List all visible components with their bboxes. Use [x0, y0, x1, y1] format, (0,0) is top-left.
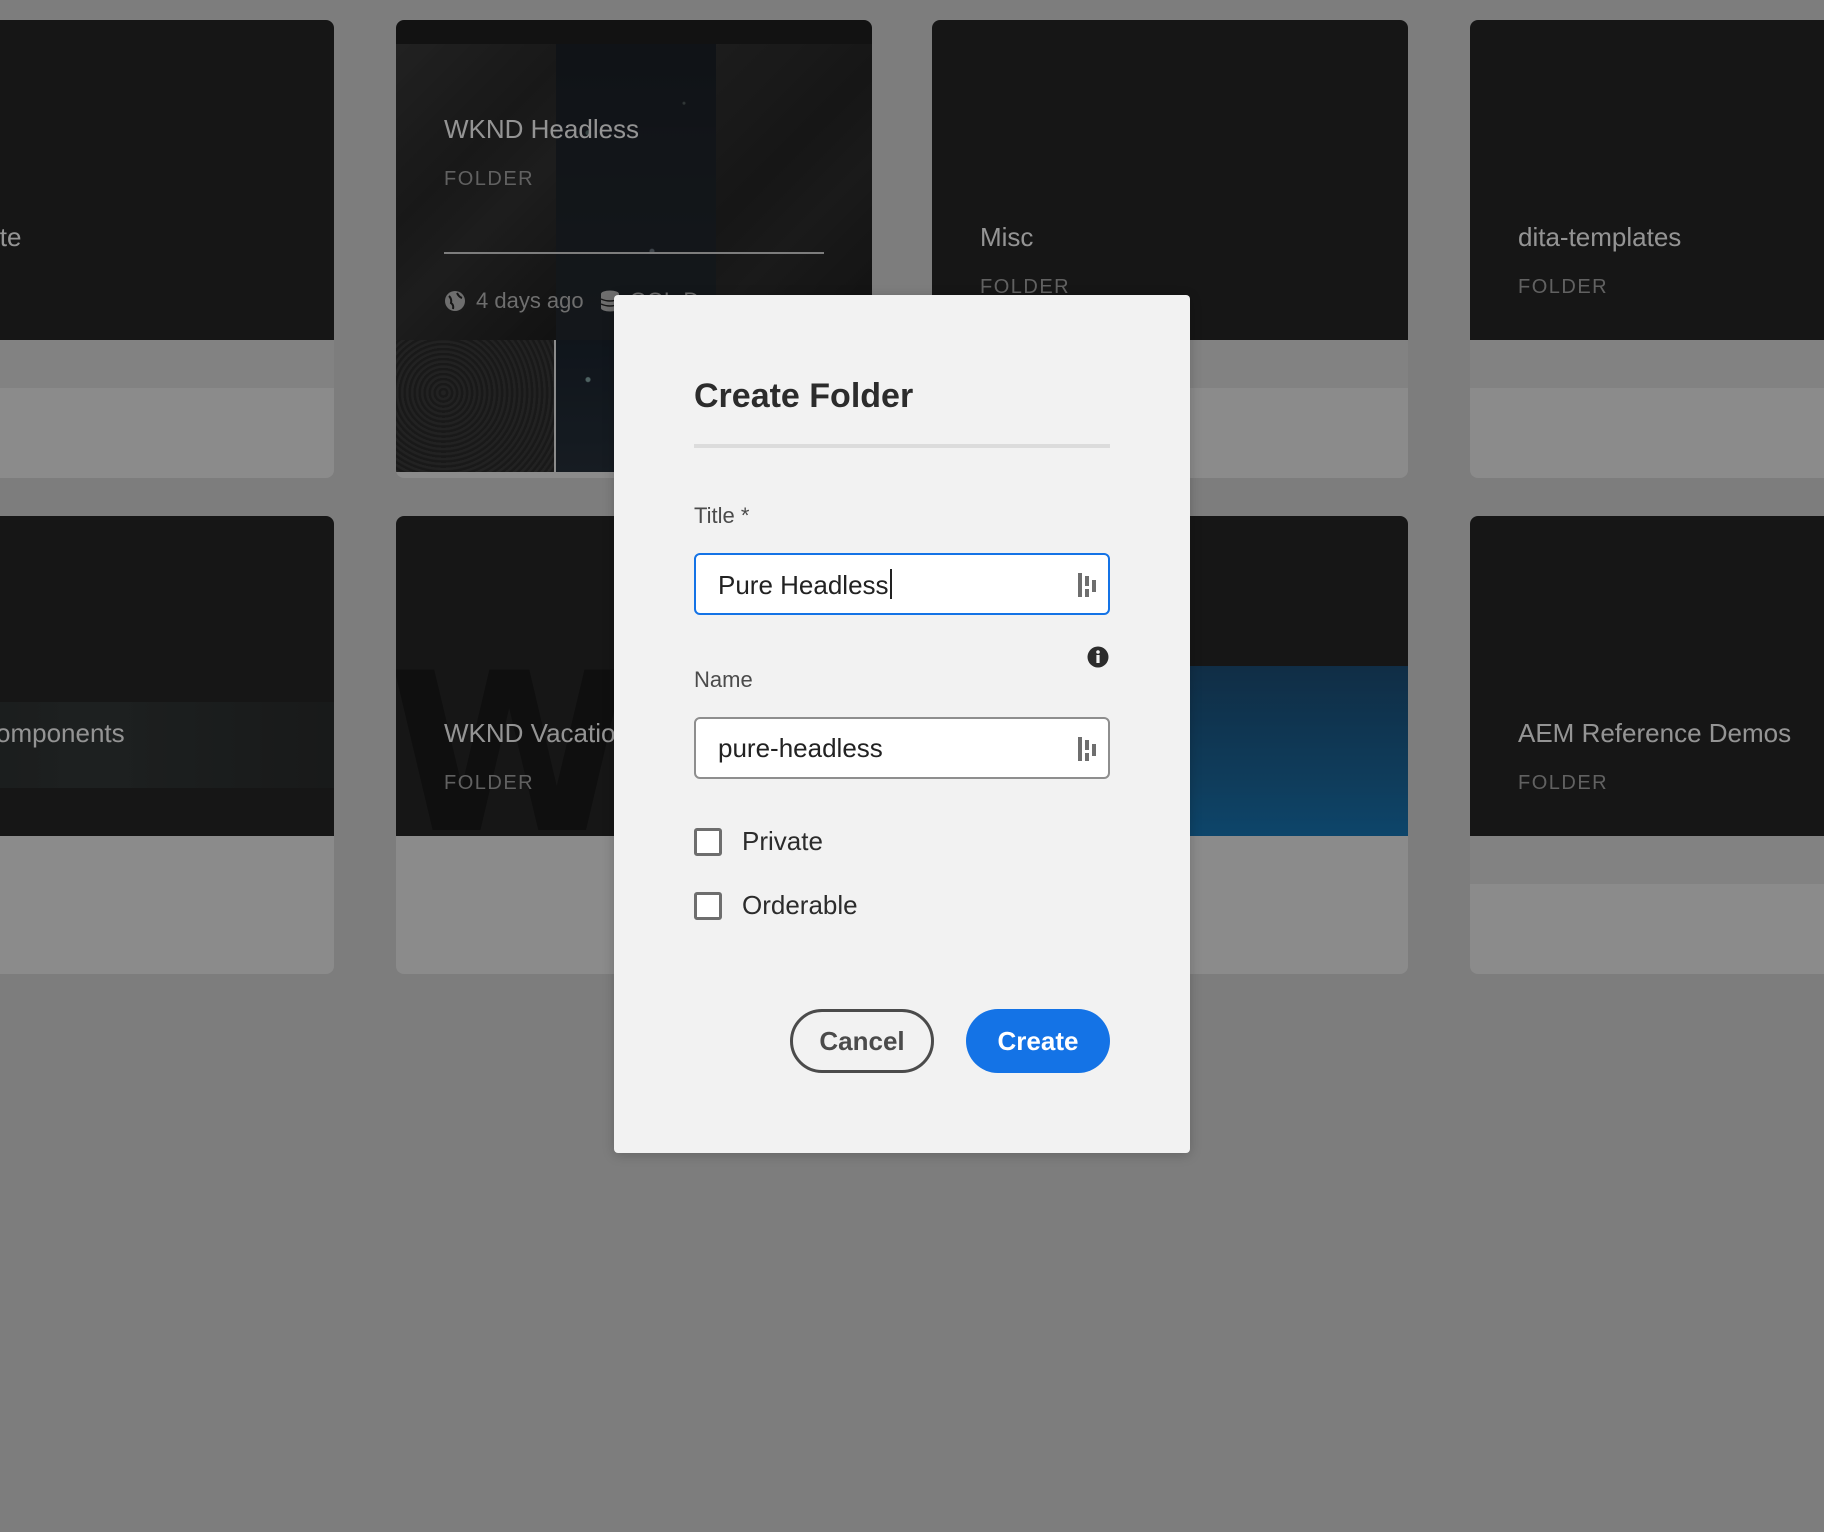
- orderable-checkbox[interactable]: [694, 892, 722, 920]
- name-field-label: Name: [694, 667, 753, 692]
- translate-icon[interactable]: [1076, 734, 1100, 764]
- page: ite WKND Headless FOLDER 4 days ago: [0, 0, 1824, 1532]
- orderable-checkbox-label[interactable]: Orderable: [742, 890, 858, 921]
- name-input-value[interactable]: pure-headless: [718, 733, 883, 764]
- name-input[interactable]: pure-headless: [694, 717, 1110, 779]
- dialog-title: Create Folder: [694, 377, 914, 415]
- cancel-button[interactable]: Cancel: [790, 1009, 934, 1073]
- title-input[interactable]: Pure Headless: [694, 553, 1110, 615]
- title-input-text: Pure Headless: [718, 570, 889, 600]
- title-field-label: Title *: [694, 503, 750, 528]
- info-icon[interactable]: [1087, 646, 1109, 668]
- title-input-value[interactable]: Pure Headless: [718, 569, 892, 601]
- private-checkbox[interactable]: [694, 828, 722, 856]
- create-folder-dialog: Create Folder Title * Pure Headless Name…: [614, 295, 1190, 1153]
- translate-icon[interactable]: [1076, 570, 1100, 600]
- create-button[interactable]: Create: [966, 1009, 1110, 1073]
- dialog-divider: [694, 444, 1110, 448]
- private-checkbox-label[interactable]: Private: [742, 826, 823, 857]
- text-caret: [889, 569, 892, 599]
